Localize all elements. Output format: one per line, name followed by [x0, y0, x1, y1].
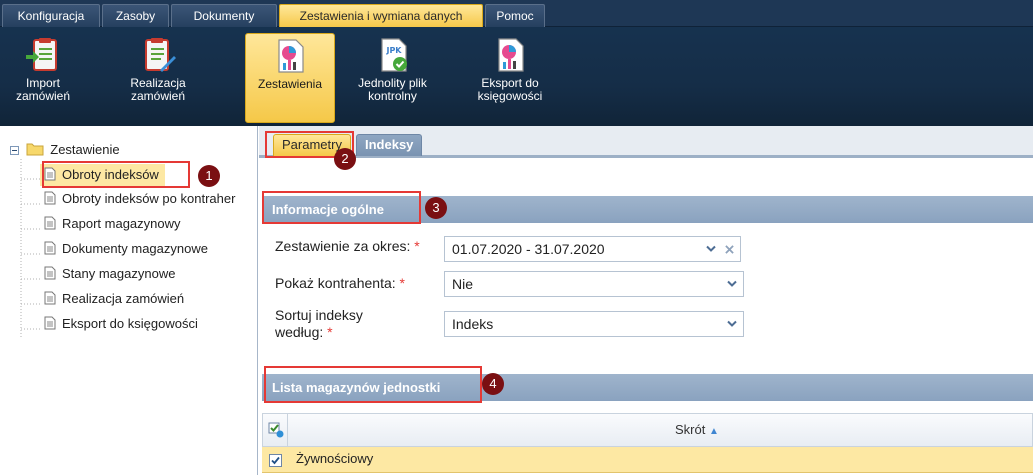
section-general-title: Informacje ogólne — [272, 202, 384, 217]
annotation-badge-2: 2 — [334, 148, 356, 170]
tree-item-label: Realizacja zamówień — [62, 291, 185, 306]
annotation-badge-4: 4 — [482, 373, 504, 395]
sort-asc-icon: ▲ — [708, 426, 719, 437]
tree-item-label: Obroty indeksów — [62, 167, 159, 182]
tree-item-realizacja-zamowien[interactable]: Realizacja zamówień — [40, 288, 190, 310]
tree-item-label: Raport magazynowy — [62, 216, 181, 231]
document-icon — [44, 316, 56, 330]
sort-select[interactable]: Indeks — [444, 311, 744, 337]
tree-root-label: Zestawienie — [50, 142, 120, 157]
period-label: Zestawienie za okres: * — [275, 238, 420, 254]
period-value: 01.07.2020 - 31.07.2020 — [452, 241, 605, 257]
tab-indeksy[interactable]: Indeksy — [356, 134, 423, 156]
menu-tab-dokumenty[interactable]: Dokumenty — [171, 4, 277, 27]
column-skrot[interactable]: Skrót ▲ — [675, 422, 719, 437]
accounting-export-label: Eksport do księgowości — [477, 76, 543, 103]
chevron-down-icon[interactable] — [727, 320, 737, 328]
chevron-down-icon[interactable] — [706, 245, 716, 253]
tree-item-label: Stany magazynowe — [62, 266, 176, 281]
order-fulfillment-label: Realizacja zamówień — [130, 76, 186, 103]
parameter-tabs: Parametry Indeksy — [259, 126, 1033, 158]
section-warehouses-header: Lista magazynów jednostki — [262, 374, 1033, 401]
folder-icon — [26, 143, 44, 156]
tree-item-eksport-ksiegowosc[interactable]: Eksport do księgowości — [40, 313, 204, 335]
import-orders-label: Import zamówień — [15, 76, 71, 103]
tree-item-stany-magazynowe[interactable]: Stany magazynowe — [40, 263, 181, 285]
document-icon — [44, 216, 56, 230]
select-all-column[interactable] — [263, 414, 288, 446]
sort-label: Sortuj indeksy według: * — [275, 307, 363, 340]
document-icon — [44, 291, 56, 305]
menu-tab-zasoby[interactable]: Zasoby — [102, 4, 169, 27]
jpk-label: Jednolity plik kontrolny — [358, 76, 427, 103]
checkmark-icon — [271, 456, 280, 465]
tree-item-label: Dokumenty magazynowe — [62, 241, 208, 256]
document-icon — [44, 167, 56, 181]
menu-tab-konfiguracja[interactable]: Konfiguracja — [2, 4, 100, 27]
menu-tab-pomoc[interactable]: Pomoc — [485, 4, 545, 27]
show-contractor-value: Nie — [452, 276, 474, 292]
row-checkbox[interactable] — [269, 454, 282, 467]
chevron-down-icon[interactable] — [727, 280, 737, 288]
reports-icon — [278, 39, 304, 73]
top-menu-bar: Konfiguracja Zasoby Dokumenty Zestawieni… — [0, 0, 1033, 27]
show-contractor-select[interactable]: Nie — [444, 271, 744, 297]
period-field[interactable]: 01.07.2020 - 31.07.2020 — [444, 236, 741, 262]
jpk-button[interactable]: JPK Jednolity plik kontrolny — [345, 33, 440, 123]
annotation-badge-1: 1 — [198, 165, 220, 187]
accounting-export-button[interactable]: Eksport do księgowości — [460, 33, 560, 123]
document-icon — [44, 266, 56, 280]
tree-item-obroty-kontrahenci[interactable]: Obroty indeksów po kontraher — [40, 188, 241, 210]
import-orders-button[interactable]: Import zamówień — [8, 33, 78, 123]
tree-item-label: Eksport do księgowości — [62, 316, 198, 331]
document-icon — [44, 241, 56, 255]
order-fulfillment-button[interactable]: Realizacja zamówień — [118, 33, 198, 123]
reports-label: Zestawienia — [257, 77, 323, 91]
tree-root[interactable]: Zestawienie — [10, 141, 120, 159]
document-icon — [44, 191, 56, 205]
section-general-header: Informacje ogólne — [262, 196, 1033, 223]
tree-connector-lines — [20, 159, 40, 339]
import-orders-icon — [26, 38, 57, 71]
annotation-badge-3: 3 — [425, 197, 447, 219]
jpk-icon: JPK — [380, 38, 407, 72]
sort-value: Indeks — [452, 316, 494, 332]
clear-icon[interactable] — [725, 245, 734, 254]
select-all-icon[interactable] — [268, 422, 284, 438]
warehouse-name-cell: Żywnościowy — [296, 451, 374, 466]
reports-button[interactable]: Zestawienia — [245, 33, 335, 123]
warehouses-grid-header: Skrót ▲ — [262, 413, 1033, 447]
show-contractor-label: Pokaż kontrahenta: * — [275, 275, 405, 291]
tree-item-label: Obroty indeksów po kontraher — [62, 191, 236, 206]
tree-item-obroty-indeksow[interactable]: Obroty indeksów — [40, 164, 165, 186]
svg-text:JPK: JPK — [385, 46, 402, 55]
menu-tab-zestawienia[interactable]: Zestawienia i wymiana danych — [279, 4, 483, 27]
section-warehouses-title: Lista magazynów jednostki — [272, 380, 441, 395]
order-fulfillment-icon — [145, 38, 176, 72]
table-row[interactable]: Żywnościowy — [262, 447, 1033, 473]
ribbon-toolbar: Import zamówień Realizacja zamówień Zest… — [0, 27, 1033, 126]
accounting-export-icon — [498, 38, 524, 72]
collapse-icon[interactable] — [10, 146, 19, 155]
tree-item-raport-magazynowy[interactable]: Raport magazynowy — [40, 213, 187, 235]
tree-item-dokumenty-magazynowe[interactable]: Dokumenty magazynowe — [40, 238, 214, 260]
